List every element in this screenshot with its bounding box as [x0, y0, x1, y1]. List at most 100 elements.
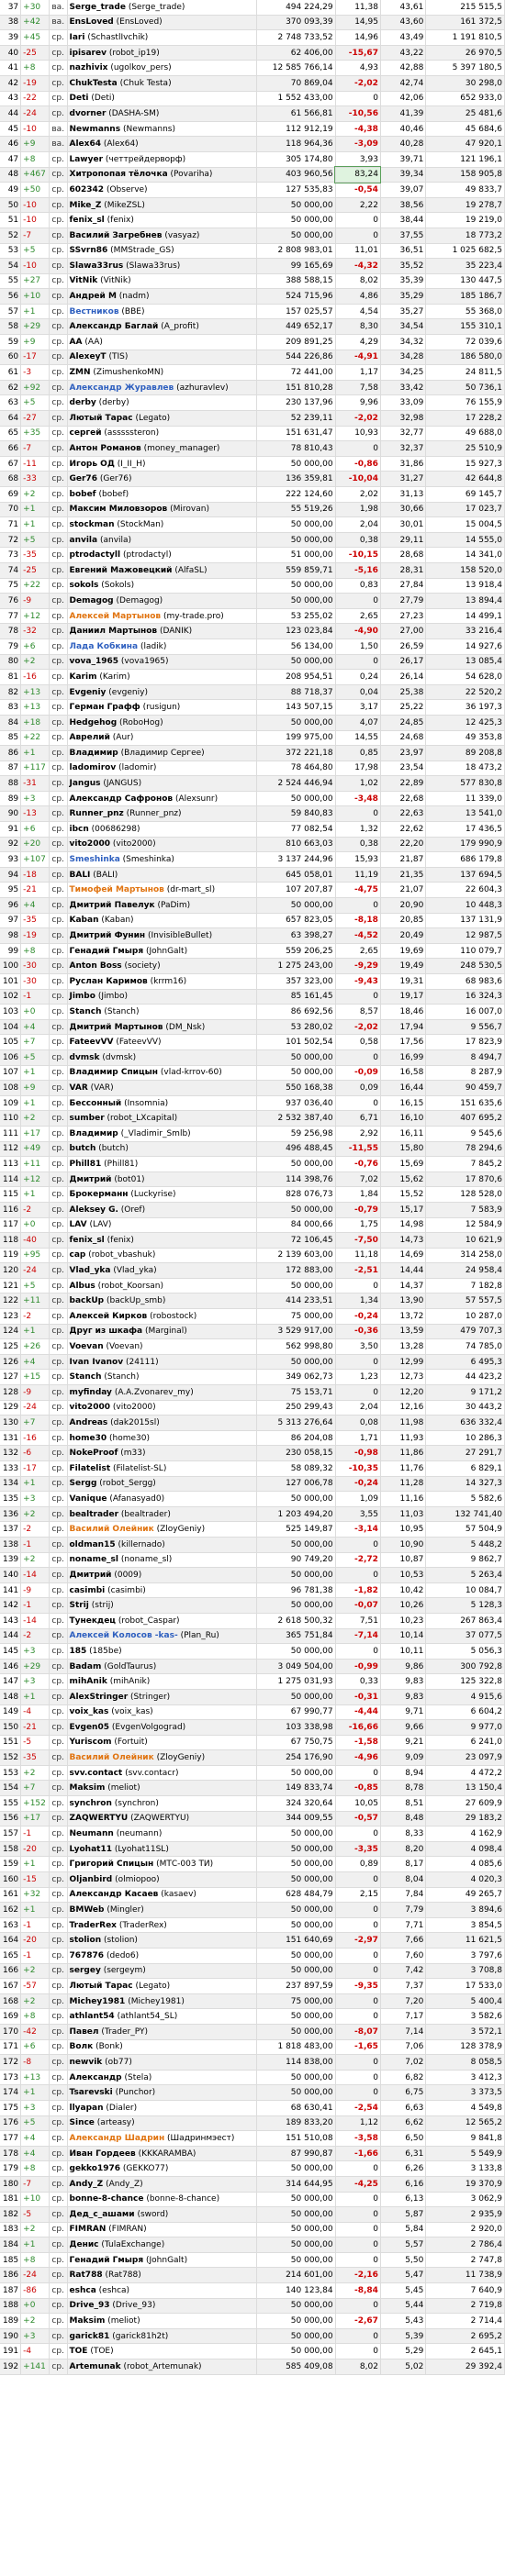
participant-nick-link[interactable]: stockman	[70, 520, 115, 529]
participant-nick-link[interactable]: Hedgehog	[70, 718, 118, 727]
participant-nick-link[interactable]: сергей	[70, 428, 102, 438]
participant-cell[interactable]: 185 (185be)	[67, 1643, 257, 1660]
participant-cell[interactable]: bobef (bobef)	[67, 486, 257, 503]
participant-cell[interactable]: Tsarevski (Punchor)	[67, 2084, 257, 2101]
participant-cell[interactable]: Maksim (meliot)	[67, 2313, 257, 2329]
participant-cell[interactable]: Герман Графф (rusigun)	[67, 699, 257, 716]
participant-nick-link[interactable]: Александр Касаев	[70, 1890, 159, 1899]
participant-cell[interactable]: nazhivix (ugolkov_pers)	[67, 60, 257, 76]
participant-cell[interactable]: TOE (TOE)	[67, 2343, 257, 2360]
participant-cell[interactable]: sokols (Sokols)	[67, 578, 257, 594]
participant-nick-link[interactable]: Evgen05	[70, 1723, 110, 1732]
participant-cell[interactable]: gekko1976 (GEKKO77)	[67, 2160, 257, 2177]
participant-nick-link[interactable]: Demagog	[70, 596, 114, 605]
participant-nick-link[interactable]: Алексей Кирков	[70, 1312, 148, 1321]
participant-nick-link[interactable]: vito2000	[70, 839, 111, 849]
participant-cell[interactable]: Smeshinka (Smeshinka)	[67, 851, 257, 868]
participant-cell[interactable]: Бессонный (Insomnia)	[67, 1095, 257, 1112]
participant-cell[interactable]: AlexStringer (Stringer)	[67, 1689, 257, 1705]
participant-nick-link[interactable]: Друг из шкафа	[70, 1327, 143, 1336]
participant-cell[interactable]: Лада Кобкина (ladik)	[67, 638, 257, 655]
participant-cell[interactable]: backUp (backUp_smb)	[67, 1293, 257, 1310]
participant-nick-link[interactable]: Strij	[70, 1601, 89, 1610]
participant-nick-link[interactable]: Тунекдец	[70, 1616, 116, 1626]
participant-nick-link[interactable]: athlant54	[70, 2012, 115, 2021]
participant-cell[interactable]: vito2000 (vito2000)	[67, 1400, 257, 1416]
participant-nick-link[interactable]: myfinday	[70, 1388, 112, 1397]
participant-cell[interactable]: garick81 (garick81h2t)	[67, 2328, 257, 2345]
participant-nick-link[interactable]: Дмитрий	[70, 1175, 112, 1184]
participant-cell[interactable]: bonne-8-chance (bonne-8-chance)	[67, 2192, 257, 2208]
participant-nick-link[interactable]: Александр Журавлев	[70, 383, 174, 393]
participant-nick-link[interactable]: Алексей Колосов -kas-	[70, 1631, 178, 1640]
participant-nick-link[interactable]: garick81	[70, 2332, 110, 2341]
participant-nick-link[interactable]: fenix_sl	[70, 1236, 105, 1245]
participant-cell[interactable]: mihAnik (mihAnik)	[67, 1673, 257, 1690]
participant-nick-link[interactable]: Генадий Гмыря	[70, 2256, 144, 2265]
participant-cell[interactable]: vova_1965 (vova1965)	[67, 654, 257, 671]
participant-nick-link[interactable]: anvila	[70, 536, 98, 545]
participant-nick-link[interactable]: Voevan	[70, 1342, 104, 1351]
participant-nick-link[interactable]: Иван Гордеев	[70, 2149, 136, 2159]
participant-cell[interactable]: TraderRex (TraderRex)	[67, 1917, 257, 1934]
participant-cell[interactable]: Evgen05 (EvgenVolgograd)	[67, 1719, 257, 1736]
participant-cell[interactable]: Voevan (Voevan)	[67, 1338, 257, 1355]
participant-cell[interactable]: Василий Олейник (ZloyGeniy)	[67, 1521, 257, 1538]
participant-cell[interactable]: casimbi (casimbi)	[67, 1582, 257, 1599]
participant-nick-link[interactable]: backUp	[70, 1296, 105, 1305]
participant-cell[interactable]: Дмитрий Павелук (PaDim)	[67, 897, 257, 914]
participant-cell[interactable]: ibcn (00686298)	[67, 821, 257, 838]
participant-cell[interactable]: ipisarev (robot_ip19)	[67, 45, 257, 61]
participant-cell[interactable]: ZMN (ZimushenkoMN)	[67, 364, 257, 381]
participant-cell[interactable]: Дмитрий (bot01)	[67, 1171, 257, 1188]
participant-nick-link[interactable]: Руслан Каримов	[70, 977, 148, 986]
participant-cell[interactable]: Александр Баглай (A_profit)	[67, 318, 257, 336]
participant-nick-link[interactable]: Александр	[70, 2073, 122, 2082]
participant-cell[interactable]: Волк (Bonk)	[67, 2039, 257, 2056]
participant-nick-link[interactable]: Василий Загребнев	[70, 231, 163, 240]
participant-nick-link[interactable]: VitNik	[70, 276, 98, 285]
participant-cell[interactable]: Hedgehog (RoboHog)	[67, 715, 257, 731]
participant-cell[interactable]: athlant54 (athlant54_SL)	[67, 2008, 257, 2025]
participant-cell[interactable]: Andreas (dak2015sl)	[67, 1415, 257, 1431]
participant-nick-link[interactable]: ZMN	[70, 368, 91, 377]
participant-cell[interactable]: Александр Касаев (kasaev)	[67, 1887, 257, 1904]
participant-cell[interactable]: eshca (eshca)	[67, 2282, 257, 2299]
participant-nick-link[interactable]: SSvrn86	[70, 246, 108, 255]
participant-nick-link[interactable]: Lawyer	[70, 155, 104, 164]
participant-nick-link[interactable]: ladomirov	[70, 763, 117, 772]
participant-cell[interactable]: ChukTesta (Chuk Testa)	[67, 75, 257, 92]
participant-nick-link[interactable]: AlexeyT	[70, 352, 107, 361]
participant-nick-link[interactable]: Maksim	[70, 1783, 106, 1793]
participant-nick-link[interactable]: sokols	[70, 581, 99, 590]
participant-cell[interactable]: Вестников (BBE)	[67, 304, 257, 320]
participant-nick-link[interactable]: svv.contact	[70, 1769, 123, 1778]
participant-nick-link[interactable]: BMWeb	[70, 1905, 105, 1915]
participant-cell[interactable]: Artemunak (robot_Artemunak)	[67, 2359, 257, 2375]
participant-nick-link[interactable]: vova_1965	[70, 657, 119, 666]
participant-nick-link[interactable]: TraderRex	[70, 1921, 118, 1930]
participant-cell[interactable]: Karim (Karim)	[67, 669, 257, 685]
participant-cell[interactable]: synchron (synchron)	[67, 1795, 257, 1812]
participant-cell[interactable]: Stanch (Stanch)	[67, 1004, 257, 1020]
participant-cell[interactable]: Владимир (Владимир Сергее)	[67, 745, 257, 761]
participant-cell[interactable]: Michey1981 (Michey1981)	[67, 1993, 257, 2010]
participant-nick-link[interactable]: Andy_Z	[70, 2180, 104, 2189]
participant-cell[interactable]: Аврелий (Aur)	[67, 730, 257, 747]
participant-cell[interactable]: Тимофей Мартынов (dr-mart_sl)	[67, 882, 257, 899]
participant-nick-link[interactable]: ChukTesta	[70, 79, 118, 88]
participant-nick-link[interactable]: gekko1976	[70, 2164, 121, 2173]
participant-cell[interactable]: Павел (Trader_PY)	[67, 2024, 257, 2040]
participant-nick-link[interactable]: synchron	[70, 1799, 112, 1808]
participant-cell[interactable]: dvmsk (dvmsk)	[67, 1049, 257, 1066]
participant-cell[interactable]: Evgeniy (evgeniy)	[67, 684, 257, 701]
participant-nick-link[interactable]: Александр Баглай	[70, 322, 159, 331]
participant-cell[interactable]: Дмитрий Фунин (InvisibleBullet)	[67, 927, 257, 944]
participant-nick-link[interactable]: Денис	[70, 2240, 99, 2249]
participant-cell[interactable]: Stanch (Stanch)	[67, 1369, 257, 1386]
participant-nick-link[interactable]: Slawa33rus	[70, 261, 124, 271]
participant-cell[interactable]: llyapan (Dialer)	[67, 2100, 257, 2116]
participant-nick-link[interactable]: Artemunak	[70, 2362, 121, 2371]
participant-nick-link[interactable]: Jangus	[70, 779, 101, 788]
participant-cell[interactable]: Lawyer (четтрейдерворф)	[67, 151, 257, 168]
